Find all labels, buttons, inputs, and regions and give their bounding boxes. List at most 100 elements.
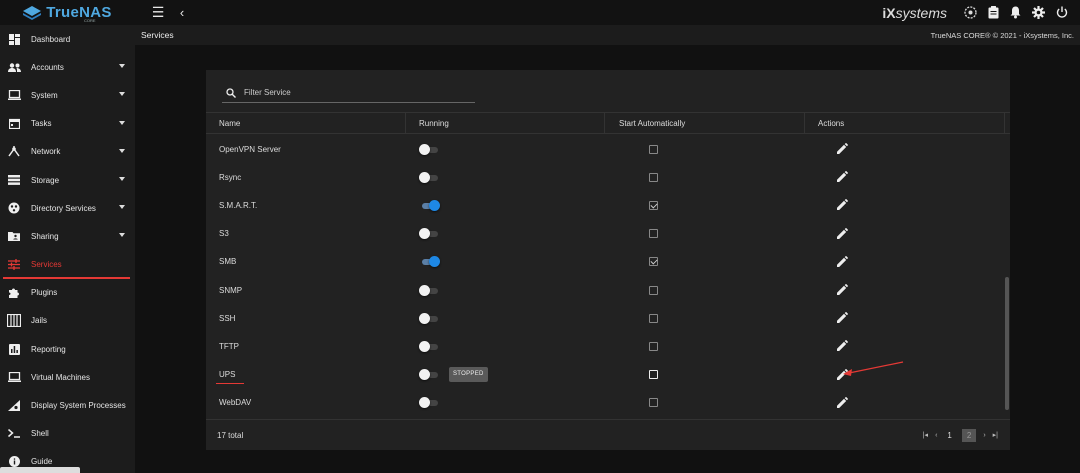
start-automatically-checkbox[interactable] — [648, 144, 658, 154]
chevron-left-icon[interactable]: ‹ — [173, 5, 191, 20]
start-automatically-checkbox[interactable] — [648, 172, 658, 182]
start-automatically-checkbox[interactable] — [648, 341, 658, 351]
sidebar-item-label: Guide — [31, 457, 53, 467]
chart-icon — [7, 343, 21, 355]
start-automatically-checkbox[interactable] — [648, 398, 658, 408]
start-automatically-checkbox[interactable] — [648, 257, 658, 267]
start-automatically-cell — [605, 276, 805, 304]
edit-pencil-icon[interactable] — [836, 312, 849, 324]
edit-pencil-icon[interactable] — [836, 199, 849, 211]
truenas-logo[interactable]: TrueNAS CORE — [0, 0, 135, 25]
edit-pencil-icon[interactable] — [836, 396, 849, 409]
actions-cell — [804, 332, 1004, 360]
clipboard-icon[interactable] — [988, 6, 999, 19]
first-page-icon[interactable]: |◂ — [923, 431, 928, 439]
dashboard-icon — [7, 33, 21, 45]
sidebar-item-storage[interactable]: Storage — [0, 166, 135, 194]
edit-pencil-icon[interactable] — [836, 227, 849, 240]
column-header-running[interactable]: Running — [406, 112, 605, 134]
sidebar-item-directory-services[interactable]: Directory Services — [0, 194, 135, 222]
running-toggle[interactable] — [418, 369, 439, 381]
start-automatically-checkbox[interactable] — [648, 285, 658, 295]
table-row: WebDAV — [206, 389, 1004, 416]
edit-pencil-icon[interactable] — [836, 284, 849, 296]
running-cell — [406, 332, 605, 360]
next-page-icon[interactable]: › — [983, 432, 985, 439]
sidebar-item-network[interactable]: Network — [0, 138, 135, 166]
sidebar-item-tasks[interactable]: Tasks — [0, 110, 135, 138]
sidebar-item-plugins[interactable]: Plugins — [0, 279, 135, 307]
calendar-icon — [7, 118, 21, 130]
edit-pencil-icon[interactable] — [836, 143, 849, 155]
last-page-icon[interactable]: ▸| — [993, 431, 998, 439]
service-name: S3 — [219, 229, 229, 239]
table-row: SNMP — [206, 276, 1004, 304]
sidebar-item-reporting[interactable]: Reporting — [0, 335, 135, 363]
service-name: TFTP — [219, 341, 239, 351]
service-name: SMB — [219, 257, 237, 267]
start-automatically-checkbox[interactable] — [648, 370, 658, 380]
start-automatically-checkbox[interactable] — [648, 200, 658, 210]
start-automatically-cell — [605, 163, 805, 191]
service-name: SSH — [219, 313, 236, 323]
start-automatically-checkbox[interactable] — [648, 229, 658, 239]
sidebar-item-system[interactable]: System — [0, 81, 135, 109]
filter-service-input[interactable] — [244, 88, 464, 97]
edit-pencil-icon[interactable] — [836, 171, 849, 183]
page-number[interactable]: 1 — [944, 431, 954, 440]
start-automatically-checkbox[interactable] — [648, 313, 658, 323]
start-automatically-cell — [605, 304, 805, 332]
previous-page-icon[interactable]: ‹ — [935, 432, 937, 439]
status-tooltip: STOPPED — [449, 366, 488, 382]
service-name: S.M.A.R.T. — [219, 200, 258, 210]
storage-icon — [7, 174, 21, 186]
menu-icon[interactable]: ☰ — [149, 4, 167, 21]
services-card: Name Running Start Automatically Actions… — [206, 70, 1010, 450]
running-cell — [406, 191, 605, 219]
running-toggle[interactable] — [418, 397, 439, 409]
sidebar-item-display-system-processes[interactable]: Display System Processes — [0, 391, 135, 419]
running-toggle[interactable] — [418, 340, 439, 352]
jail-icon — [7, 314, 21, 328]
brand-name: TrueNAS — [46, 4, 112, 21]
bell-icon[interactable] — [1010, 6, 1021, 19]
truecommand-icon[interactable] — [964, 6, 977, 19]
running-cell — [406, 361, 605, 389]
sidebar-item-virtual-machines[interactable]: Virtual Machines — [0, 363, 135, 391]
sidebar-item-sharing[interactable]: Sharing — [0, 222, 135, 250]
table-row: OpenVPN Server — [206, 135, 1004, 163]
sidebar-item-label: Plugins — [31, 288, 58, 298]
power-icon[interactable] — [1056, 6, 1068, 19]
sidebar-item-shell[interactable]: Shell — [0, 420, 135, 448]
sidebar-item-services[interactable]: Services — [0, 251, 135, 279]
page-number-current[interactable]: 2 — [961, 428, 977, 442]
edit-pencil-icon[interactable] — [836, 340, 849, 352]
truenas-logo-icon — [23, 5, 42, 20]
expand-caret-icon — [119, 120, 125, 125]
sidebar-item-label: Network — [31, 147, 61, 157]
sidebar-item-dashboard[interactable]: Dashboard — [0, 25, 135, 53]
sidebar-item-accounts[interactable]: Accounts — [0, 53, 135, 81]
overlay-strip — [0, 467, 80, 473]
sidebar-item-jails[interactable]: Jails — [0, 307, 135, 335]
start-automatically-cell — [605, 248, 805, 276]
scrollbar-thumb[interactable] — [1005, 277, 1009, 410]
table-footer: 17 total |◂ ‹ 1 2 › ▸| — [206, 419, 1010, 450]
running-toggle[interactable] — [418, 171, 439, 183]
running-toggle[interactable] — [418, 312, 439, 324]
edit-pencil-icon[interactable] — [836, 255, 849, 268]
toggle-knob — [418, 312, 430, 324]
terminal-icon — [7, 428, 21, 440]
running-toggle[interactable] — [418, 143, 439, 155]
gear-icon[interactable] — [1032, 6, 1045, 19]
running-toggle[interactable] — [419, 199, 440, 211]
column-header-start-automatically[interactable]: Start Automatically — [605, 112, 805, 134]
scrollbar[interactable] — [1005, 135, 1009, 420]
annotation-arrow — [843, 361, 904, 376]
running-toggle[interactable] — [418, 228, 439, 240]
running-toggle[interactable] — [418, 284, 439, 296]
column-header-name[interactable]: Name — [206, 112, 406, 134]
running-toggle[interactable] — [419, 256, 440, 268]
paginator: |◂ ‹ 1 2 › ▸| — [923, 428, 1010, 442]
sidebar-item-label: Jails — [31, 316, 48, 326]
